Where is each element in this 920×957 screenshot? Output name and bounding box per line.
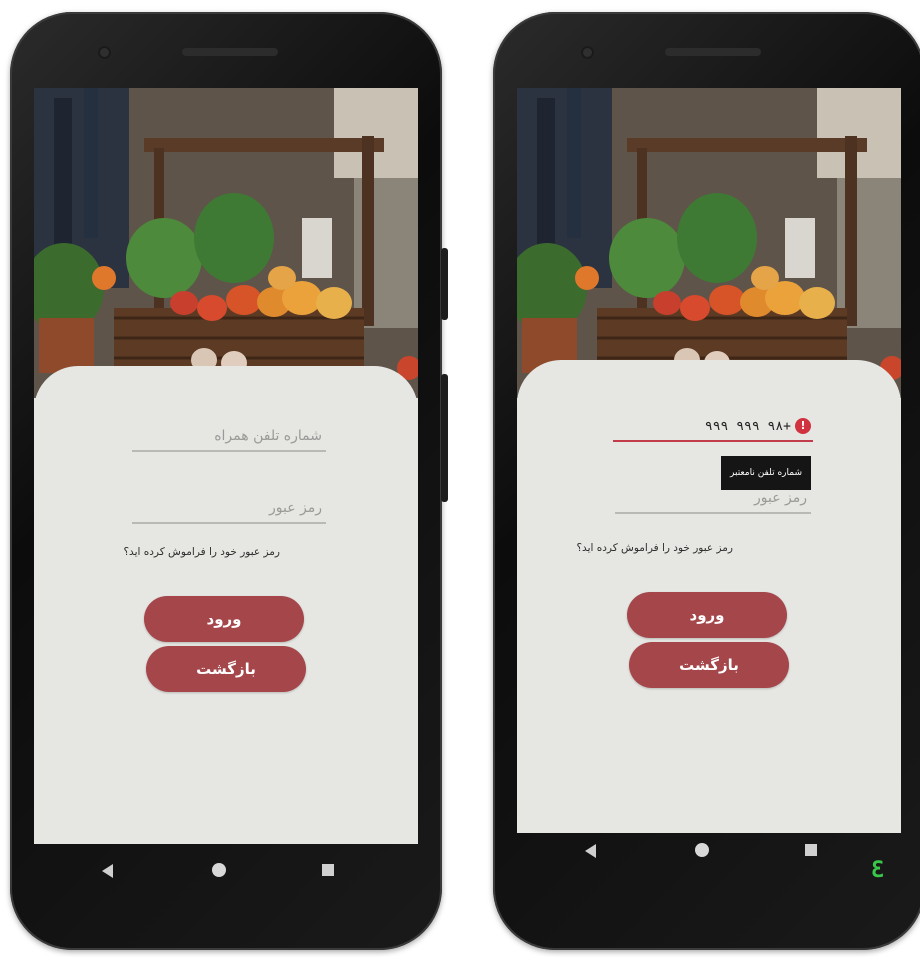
nav-recents-icon[interactable] [805,844,817,856]
nav-recents-icon[interactable] [322,864,334,876]
login-card: +٩٨ ٩٩٩ ٩٩٩ ! رمز عبور شماره تلفن نامعتب… [517,360,901,833]
forgot-password-link[interactable]: رمز عبور خود را فراموش کرده اید؟ [123,546,280,558]
nav-home-icon[interactable] [695,843,709,857]
power-button [441,374,448,502]
error-tooltip-text: شماره تلفن نامعتبر [730,468,802,478]
phone-number-value: +٩٨ ٩٩٩ ٩٩٩ [704,419,791,434]
nav-bar-left [24,842,408,912]
volume-button [441,248,448,320]
phone-frame-right: +٩٨ ٩٩٩ ٩٩٩ ! رمز عبور شماره تلفن نامعتب… [493,12,920,950]
login-card: شماره تلفن همراه رمز عبور رمز عبور خود ر… [34,366,418,844]
phone-number-field[interactable]: +٩٨ ٩٩٩ ٩٩٩ ! [613,400,813,442]
password-placeholder: رمز عبور [268,500,322,516]
corner-glyph: 3 [871,858,885,883]
back-button[interactable]: بازگشت [146,646,306,692]
error-icon: ! [795,418,811,434]
vegetable-basket-photo [34,88,418,398]
front-camera [98,46,111,59]
nav-bar-right [507,822,891,892]
password-field[interactable]: رمز عبور [132,482,326,524]
phone-frame-left: شماره تلفن همراه رمز عبور رمز عبور خود ر… [10,12,448,950]
phone-number-field[interactable]: شماره تلفن همراه [132,410,326,452]
login-button[interactable]: ورود [627,592,787,638]
screen-right: +٩٨ ٩٩٩ ٩٩٩ ! رمز عبور شماره تلفن نامعتب… [517,88,901,833]
nav-back-icon[interactable] [585,844,596,858]
phone-number-placeholder: شماره تلفن همراه [214,428,322,444]
nav-home-icon[interactable] [212,863,226,877]
screen-left: شماره تلفن همراه رمز عبور رمز عبور خود ر… [34,88,418,844]
password-placeholder: رمز عبور [753,490,807,506]
earpiece-speaker [665,48,761,56]
nav-back-icon[interactable] [102,864,113,878]
login-button[interactable]: ورود [144,596,304,642]
error-tooltip: شماره تلفن نامعتبر [721,456,811,490]
front-camera [581,46,594,59]
back-button[interactable]: بازگشت [629,642,789,688]
forgot-password-link[interactable]: رمز عبور خود را فراموش کرده اید؟ [576,542,733,554]
vegetable-basket-photo [517,88,901,398]
earpiece-speaker [182,48,278,56]
